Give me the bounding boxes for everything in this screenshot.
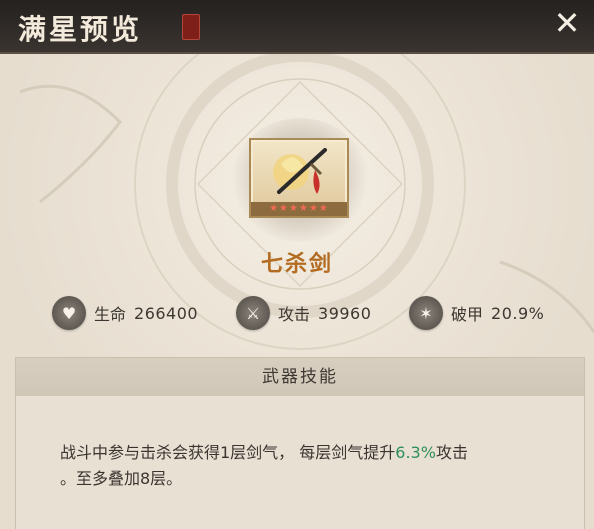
stat-attack: ⚔ 攻击 39960 bbox=[236, 296, 371, 330]
skill-text-part2: 攻击 bbox=[435, 443, 468, 462]
close-icon: ✕ bbox=[553, 4, 581, 42]
weapon-skill-panel: 武器技能 战斗中参与击杀会获得1层剑气， 每层剑气提升6.3%攻击 。至多叠加8… bbox=[15, 357, 585, 529]
heart-icon: ♥ bbox=[52, 296, 86, 330]
weapon-skill-title: 武器技能 bbox=[16, 358, 584, 396]
stat-armor-break-value: 20.9% bbox=[491, 303, 545, 323]
page-title: 满星预览 bbox=[18, 13, 143, 46]
sword-item-icon bbox=[273, 148, 327, 194]
stat-hp-value: 266400 bbox=[134, 303, 199, 323]
weapon-skill-description: 战斗中参与击杀会获得1层剑气， 每层剑气提升6.3%攻击 。至多叠加8层。 bbox=[60, 440, 550, 492]
item-display: ★★★★★★ bbox=[232, 118, 368, 242]
stat-hp: ♥ 生命 266400 bbox=[52, 296, 198, 330]
stat-armor-break-label: 破甲 bbox=[451, 305, 484, 324]
armor-break-icon: ✶ bbox=[409, 296, 443, 330]
skill-highlight-value: 6.3% bbox=[395, 443, 436, 462]
item-name: 七杀剑 bbox=[260, 251, 333, 277]
sword-icon: ⚔ bbox=[236, 296, 270, 330]
star-rating: ★★★★★★ bbox=[251, 202, 347, 216]
skill-text-line2: 。至多叠加8层。 bbox=[60, 469, 183, 488]
stat-attack-value: 39960 bbox=[318, 303, 372, 323]
stat-armor-break: ✶ 破甲 20.9% bbox=[409, 296, 544, 330]
close-button[interactable]: ✕ bbox=[550, 6, 584, 40]
header-bar: 满星预览 ✕ bbox=[0, 0, 594, 54]
item-card[interactable]: ★★★★★★ bbox=[249, 138, 349, 218]
seal-icon bbox=[182, 14, 200, 40]
skill-text-part1: 战斗中参与击杀会获得1层剑气， 每层剑气提升 bbox=[60, 443, 396, 462]
stat-attack-label: 攻击 bbox=[278, 305, 311, 324]
full-star-preview-panel: 满星预览 ✕ ★★★★★★ 七杀剑 ♥ 生命 266400 ⚔ 攻击 39960 bbox=[0, 0, 594, 529]
stat-hp-label: 生命 bbox=[94, 305, 127, 324]
